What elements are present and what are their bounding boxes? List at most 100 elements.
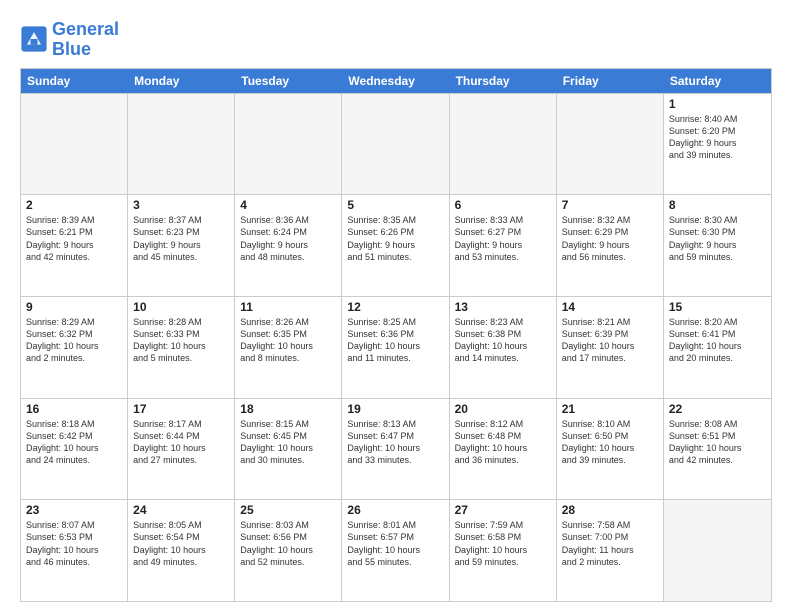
calendar-cell: 12 Sunrise: 8:25 AM Sunset: 6:36 PM Dayli… — [342, 297, 449, 398]
cell-info: Sunrise: 8:05 AM Sunset: 6:54 PM Dayligh… — [133, 519, 229, 568]
calendar-cell: 5Sunrise: 8:35 AM Sunset: 6:26 PM Daylig… — [342, 195, 449, 296]
day-number: 2 — [26, 198, 122, 212]
cell-info: Sunrise: 8:37 AM Sunset: 6:23 PM Dayligh… — [133, 214, 229, 263]
day-number: 4 — [240, 198, 336, 212]
page: General Blue SundayMondayTuesdayWednesda… — [0, 0, 792, 612]
header-day-monday: Monday — [128, 69, 235, 93]
header-day-thursday: Thursday — [450, 69, 557, 93]
calendar-cell: 10 Sunrise: 8:28 AM Sunset: 6:33 PM Dayli… — [128, 297, 235, 398]
calendar-cell: 20 Sunrise: 8:12 AM Sunset: 6:48 PM Dayli… — [450, 399, 557, 500]
calendar-cell — [342, 94, 449, 195]
cell-info: Sunrise: 8:35 AM Sunset: 6:26 PM Dayligh… — [347, 214, 443, 263]
calendar-cell: 24 Sunrise: 8:05 AM Sunset: 6:54 PM Dayli… — [128, 500, 235, 601]
day-number: 10 — [133, 300, 229, 314]
calendar-cell: 6Sunrise: 8:33 AM Sunset: 6:27 PM Daylig… — [450, 195, 557, 296]
day-number: 1 — [669, 97, 766, 111]
calendar: SundayMondayTuesdayWednesdayThursdayFrid… — [20, 68, 772, 602]
cell-info: Sunrise: 8:10 AM Sunset: 6:50 PM Dayligh… — [562, 418, 658, 467]
cell-info: Sunrise: 8:32 AM Sunset: 6:29 PM Dayligh… — [562, 214, 658, 263]
calendar-header: SundayMondayTuesdayWednesdayThursdayFrid… — [21, 69, 771, 93]
calendar-cell — [235, 94, 342, 195]
calendar-row-3: 9 Sunrise: 8:29 AM Sunset: 6:32 PM Daylig… — [21, 296, 771, 398]
day-number: 27 — [455, 503, 551, 517]
cell-info: Sunrise: 8:30 AM Sunset: 6:30 PM Dayligh… — [669, 214, 766, 263]
day-number: 16 — [26, 402, 122, 416]
cell-info: Sunrise: 8:21 AM Sunset: 6:39 PM Dayligh… — [562, 316, 658, 365]
calendar-cell: 15 Sunrise: 8:20 AM Sunset: 6:41 PM Dayli… — [664, 297, 771, 398]
cell-info: Sunrise: 8:17 AM Sunset: 6:44 PM Dayligh… — [133, 418, 229, 467]
calendar-cell: 25Sunrise: 8:03 AM Sunset: 6:56 PM Dayli… — [235, 500, 342, 601]
day-number: 17 — [133, 402, 229, 416]
day-number: 24 — [133, 503, 229, 517]
day-number: 13 — [455, 300, 551, 314]
calendar-cell — [557, 94, 664, 195]
calendar-cell: 3 Sunrise: 8:37 AM Sunset: 6:23 PM Daylig… — [128, 195, 235, 296]
calendar-cell: 8 Sunrise: 8:30 AM Sunset: 6:30 PM Daylig… — [664, 195, 771, 296]
day-number: 22 — [669, 402, 766, 416]
cell-info: Sunrise: 8:07 AM Sunset: 6:53 PM Dayligh… — [26, 519, 122, 568]
day-number: 19 — [347, 402, 443, 416]
logo-icon — [20, 25, 48, 53]
logo: General Blue — [20, 20, 119, 60]
calendar-cell — [21, 94, 128, 195]
cell-info: Sunrise: 8:26 AM Sunset: 6:35 PM Dayligh… — [240, 316, 336, 365]
cell-info: Sunrise: 8:40 AM Sunset: 6:20 PM Dayligh… — [669, 113, 766, 162]
cell-info: Sunrise: 7:58 AM Sunset: 7:00 PM Dayligh… — [562, 519, 658, 568]
calendar-row-2: 2 Sunrise: 8:39 AM Sunset: 6:21 PM Daylig… — [21, 194, 771, 296]
cell-info: Sunrise: 8:01 AM Sunset: 6:57 PM Dayligh… — [347, 519, 443, 568]
cell-info: Sunrise: 8:13 AM Sunset: 6:47 PM Dayligh… — [347, 418, 443, 467]
cell-info: Sunrise: 8:03 AM Sunset: 6:56 PM Dayligh… — [240, 519, 336, 568]
cell-info: Sunrise: 8:33 AM Sunset: 6:27 PM Dayligh… — [455, 214, 551, 263]
calendar-body: 1 Sunrise: 8:40 AM Sunset: 6:20 PM Daylig… — [21, 93, 771, 601]
day-number: 3 — [133, 198, 229, 212]
calendar-cell: 21Sunrise: 8:10 AM Sunset: 6:50 PM Dayli… — [557, 399, 664, 500]
header-day-tuesday: Tuesday — [235, 69, 342, 93]
calendar-cell: 22 Sunrise: 8:08 AM Sunset: 6:51 PM Dayli… — [664, 399, 771, 500]
calendar-cell: 17 Sunrise: 8:17 AM Sunset: 6:44 PM Dayli… — [128, 399, 235, 500]
cell-info: Sunrise: 8:08 AM Sunset: 6:51 PM Dayligh… — [669, 418, 766, 467]
calendar-cell: 14Sunrise: 8:21 AM Sunset: 6:39 PM Dayli… — [557, 297, 664, 398]
header-day-saturday: Saturday — [664, 69, 771, 93]
calendar-cell: 2 Sunrise: 8:39 AM Sunset: 6:21 PM Daylig… — [21, 195, 128, 296]
calendar-cell: 18 Sunrise: 8:15 AM Sunset: 6:45 PM Dayli… — [235, 399, 342, 500]
cell-info: Sunrise: 8:25 AM Sunset: 6:36 PM Dayligh… — [347, 316, 443, 365]
calendar-cell: 7 Sunrise: 8:32 AM Sunset: 6:29 PM Daylig… — [557, 195, 664, 296]
calendar-cell: 26 Sunrise: 8:01 AM Sunset: 6:57 PM Dayli… — [342, 500, 449, 601]
day-number: 18 — [240, 402, 336, 416]
calendar-cell: 13Sunrise: 8:23 AM Sunset: 6:38 PM Dayli… — [450, 297, 557, 398]
calendar-cell: 4 Sunrise: 8:36 AM Sunset: 6:24 PM Daylig… — [235, 195, 342, 296]
header-day-friday: Friday — [557, 69, 664, 93]
cell-info: Sunrise: 8:12 AM Sunset: 6:48 PM Dayligh… — [455, 418, 551, 467]
calendar-cell: 11 Sunrise: 8:26 AM Sunset: 6:35 PM Dayli… — [235, 297, 342, 398]
calendar-row-1: 1 Sunrise: 8:40 AM Sunset: 6:20 PM Daylig… — [21, 93, 771, 195]
header: General Blue — [20, 16, 772, 60]
cell-info: Sunrise: 8:29 AM Sunset: 6:32 PM Dayligh… — [26, 316, 122, 365]
calendar-cell — [128, 94, 235, 195]
calendar-cell — [664, 500, 771, 601]
day-number: 7 — [562, 198, 658, 212]
calendar-cell: 9 Sunrise: 8:29 AM Sunset: 6:32 PM Daylig… — [21, 297, 128, 398]
calendar-cell: 23Sunrise: 8:07 AM Sunset: 6:53 PM Dayli… — [21, 500, 128, 601]
cell-info: Sunrise: 8:15 AM Sunset: 6:45 PM Dayligh… — [240, 418, 336, 467]
day-number: 20 — [455, 402, 551, 416]
day-number: 9 — [26, 300, 122, 314]
cell-info: Sunrise: 8:28 AM Sunset: 6:33 PM Dayligh… — [133, 316, 229, 365]
cell-info: Sunrise: 8:39 AM Sunset: 6:21 PM Dayligh… — [26, 214, 122, 263]
logo-text: General Blue — [52, 20, 119, 60]
day-number: 11 — [240, 300, 336, 314]
calendar-cell: 28 Sunrise: 7:58 AM Sunset: 7:00 PM Dayli… — [557, 500, 664, 601]
cell-info: Sunrise: 7:59 AM Sunset: 6:58 PM Dayligh… — [455, 519, 551, 568]
day-number: 28 — [562, 503, 658, 517]
day-number: 8 — [669, 198, 766, 212]
calendar-row-4: 16Sunrise: 8:18 AM Sunset: 6:42 PM Dayli… — [21, 398, 771, 500]
header-day-wednesday: Wednesday — [342, 69, 449, 93]
header-day-sunday: Sunday — [21, 69, 128, 93]
calendar-row-5: 23Sunrise: 8:07 AM Sunset: 6:53 PM Dayli… — [21, 499, 771, 601]
cell-info: Sunrise: 8:36 AM Sunset: 6:24 PM Dayligh… — [240, 214, 336, 263]
day-number: 26 — [347, 503, 443, 517]
day-number: 12 — [347, 300, 443, 314]
calendar-cell: 1 Sunrise: 8:40 AM Sunset: 6:20 PM Daylig… — [664, 94, 771, 195]
calendar-cell: 27 Sunrise: 7:59 AM Sunset: 6:58 PM Dayli… — [450, 500, 557, 601]
day-number: 15 — [669, 300, 766, 314]
cell-info: Sunrise: 8:20 AM Sunset: 6:41 PM Dayligh… — [669, 316, 766, 365]
